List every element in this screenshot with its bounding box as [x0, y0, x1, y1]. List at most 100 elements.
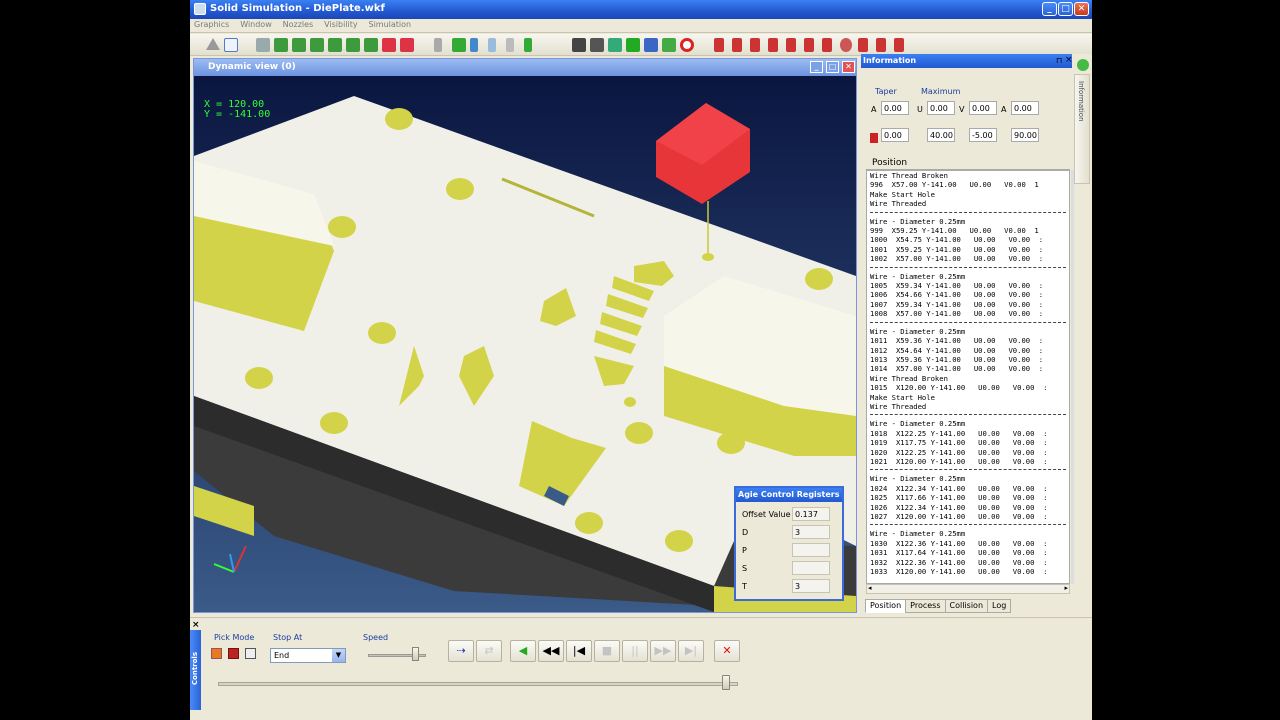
- s-field[interactable]: [792, 561, 830, 575]
- shade-icon[interactable]: [206, 38, 220, 50]
- maximize-button[interactable]: □: [1058, 2, 1073, 16]
- close-simulation-button[interactable]: ✕: [714, 640, 740, 662]
- value-field-2[interactable]: 40.00: [927, 128, 955, 142]
- position-line[interactable]: 1019 X117.75 Y-141.00 U0.00 V0.00 :: [870, 438, 1069, 447]
- rotate-icon[interactable]: [256, 38, 270, 52]
- 3d-scene[interactable]: X = 120.00 Y = -141.00 Agie Control Regi…: [194, 76, 856, 612]
- view-cube-iso-icon[interactable]: [346, 38, 360, 52]
- view-cube-side-icon[interactable]: [328, 38, 342, 52]
- fixture-icon[interactable]: [714, 38, 724, 52]
- offset-value-field[interactable]: 0.137: [792, 507, 830, 521]
- menu-window[interactable]: Window: [236, 19, 276, 30]
- position-line[interactable]: 1008 X57.00 Y-141.00 U0.00 V0.00 :: [870, 309, 1069, 318]
- controls-close-icon[interactable]: ×: [192, 620, 200, 630]
- dynamic-view[interactable]: Dynamic view (0) _ □ ✕ X = 120.00 Y = -1…: [193, 58, 857, 613]
- pin-icon[interactable]: ⊓: [1056, 56, 1062, 65]
- position-scrollbar[interactable]: [1071, 170, 1074, 584]
- position-line[interactable]: 1018 X122.25 Y-141.00 U0.00 V0.00 :: [870, 429, 1069, 438]
- position-line[interactable]: Wire - Diameter 0.25mm: [870, 419, 1069, 428]
- fast-forward-button[interactable]: ▶▶: [650, 640, 676, 662]
- rewind-button[interactable]: ◀◀: [538, 640, 564, 662]
- information-side-tab[interactable]: Information: [1074, 74, 1090, 184]
- position-line[interactable]: Wire Thread Broken: [870, 171, 1069, 180]
- taper-a-field[interactable]: 0.00: [881, 101, 909, 115]
- position-line[interactable]: Wire - Diameter 0.25mm: [870, 327, 1069, 336]
- position-line[interactable]: Wire Threaded: [870, 402, 1069, 411]
- position-line[interactable]: 1012 X54.64 Y-141.00 U0.00 V0.00 :: [870, 346, 1069, 355]
- tab-process[interactable]: Process: [905, 599, 946, 613]
- fixture-6-icon[interactable]: [804, 38, 814, 52]
- position-line[interactable]: 1024 X122.34 Y-141.00 U0.00 V0.00 :: [870, 484, 1069, 493]
- go-to-end-button[interactable]: ▶|: [678, 640, 704, 662]
- menu-graphics[interactable]: Graphics: [190, 19, 233, 30]
- view-cube-top-icon[interactable]: [310, 38, 324, 52]
- max-u-field[interactable]: 0.00: [927, 101, 955, 115]
- tool-transparent-icon[interactable]: [488, 38, 496, 52]
- cylinder-icon[interactable]: [434, 38, 442, 52]
- position-line[interactable]: Wire - Diameter 0.25mm: [870, 474, 1069, 483]
- position-line[interactable]: Wire - Diameter 0.25mm: [870, 529, 1069, 538]
- fixture-3-icon[interactable]: [750, 38, 760, 52]
- print-icon[interactable]: [590, 38, 604, 52]
- position-line[interactable]: 1000 X54.75 Y-141.00 U0.00 V0.00 :: [870, 235, 1069, 244]
- view-close-button[interactable]: ✕: [842, 61, 855, 73]
- fixture-11-icon[interactable]: [894, 38, 904, 52]
- position-line[interactable]: 999 X59.25 Y-141.00 U0.00 V0.00 1: [870, 226, 1069, 235]
- tool-hidden-icon[interactable]: [506, 38, 514, 52]
- view-maximize-button[interactable]: □: [826, 61, 839, 73]
- position-list[interactable]: Wire Thread Broken 996 X57.00 Y-141.00 U0…: [866, 170, 1070, 584]
- fixture-10-icon[interactable]: [876, 38, 886, 52]
- position-line[interactable]: 1033 X120.00 Y-141.00 U0.00 V0.00 :: [870, 567, 1069, 576]
- position-line[interactable]: 1002 X57.00 Y-141.00 U0.00 V0.00 :: [870, 254, 1069, 263]
- view-cube-icon[interactable]: [274, 38, 288, 52]
- grid-icon[interactable]: [608, 38, 622, 52]
- tab-collision[interactable]: Collision: [944, 599, 989, 613]
- p-field[interactable]: [792, 543, 830, 557]
- position-line[interactable]: 1032 X122.36 Y-141.00 U0.00 V0.00 :: [870, 558, 1069, 567]
- wire-icon[interactable]: [452, 38, 466, 52]
- position-line[interactable]: Wire - Diameter 0.25mm: [870, 272, 1069, 281]
- simulation-progress-thumb[interactable]: [721, 675, 730, 690]
- max-a-field[interactable]: 0.00: [1011, 101, 1039, 115]
- menu-nozzles[interactable]: Nozzles: [279, 19, 318, 30]
- zoom-fit-icon[interactable]: [382, 38, 396, 52]
- tab-log[interactable]: Log: [987, 599, 1012, 613]
- position-line[interactable]: 1001 X59.25 Y-141.00 U0.00 V0.00 :: [870, 245, 1069, 254]
- position-line[interactable]: Make Start Hole: [870, 190, 1069, 199]
- fixture-8-icon[interactable]: [840, 38, 852, 52]
- view-minimize-button[interactable]: _: [810, 61, 823, 73]
- speed-slider-thumb[interactable]: [412, 647, 420, 661]
- menu-visibility[interactable]: Visibility: [320, 19, 362, 30]
- step-redo-button[interactable]: ⇄: [476, 640, 502, 662]
- position-line[interactable]: 1015 X120.00 Y-141.00 U0.00 V0.00 :: [870, 383, 1069, 392]
- t-field[interactable]: 3: [792, 579, 830, 593]
- chevron-down-icon[interactable]: ▼: [332, 649, 345, 662]
- position-line[interactable]: 1006 X54.66 Y-141.00 U0.00 V0.00 :: [870, 290, 1069, 299]
- fixture-7-icon[interactable]: [822, 38, 832, 52]
- pick-mode-face-icon[interactable]: [228, 648, 239, 659]
- pick-mode-edge-icon[interactable]: [245, 648, 256, 659]
- value-field-3[interactable]: -5.00: [969, 128, 997, 142]
- step-to-operation-button[interactable]: ⇢: [448, 640, 474, 662]
- play-reverse-button[interactable]: ◀: [510, 640, 536, 662]
- view-cube-front-icon[interactable]: [292, 38, 306, 52]
- controls-side-tab[interactable]: Controls: [190, 630, 201, 710]
- fixture-2-icon[interactable]: [732, 38, 742, 52]
- position-line[interactable]: 1014 X57.00 Y-141.00 U0.00 V0.00 :: [870, 364, 1069, 373]
- position-line[interactable]: 1030 X122.36 Y-141.00 U0.00 V0.00 :: [870, 539, 1069, 548]
- view-cube-back-icon[interactable]: [364, 38, 378, 52]
- zoom-window-icon[interactable]: [400, 38, 414, 52]
- stop-at-select[interactable]: End ▼: [270, 648, 346, 663]
- position-line[interactable]: 1025 X117.66 Y-141.00 U0.00 V0.00 :: [870, 493, 1069, 502]
- value-field-1[interactable]: 0.00: [881, 128, 909, 142]
- position-hscrollbar[interactable]: ◂ ▸: [866, 584, 1070, 594]
- layer-icon[interactable]: [626, 38, 640, 52]
- fixture-4-icon[interactable]: [768, 38, 778, 52]
- info-close-icon[interactable]: ×: [1065, 55, 1073, 65]
- scroll-left-icon[interactable]: ◂: [868, 584, 872, 592]
- menu-simulation[interactable]: Simulation: [365, 19, 416, 30]
- go-to-start-button[interactable]: |◀: [566, 640, 592, 662]
- stock-icon[interactable]: [524, 38, 532, 52]
- position-line[interactable]: 1020 X122.25 Y-141.00 U0.00 V0.00 :: [870, 448, 1069, 457]
- minimize-button[interactable]: _: [1042, 2, 1057, 16]
